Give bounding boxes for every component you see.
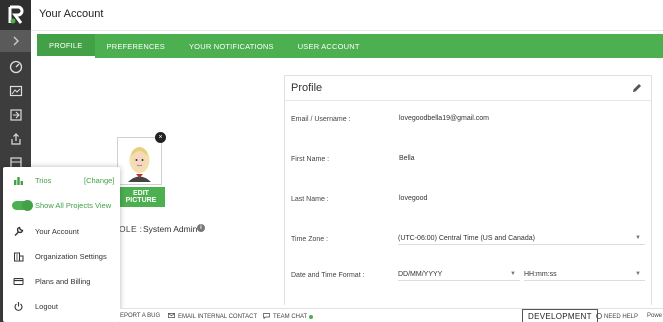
time-zone-value: (UTC-06:00) Central Time (US and Canada)	[398, 234, 535, 242]
team-chat-link[interactable]: TEAM CHAT	[263, 313, 314, 321]
last-name-value: lovegood	[399, 195, 428, 202]
tab-preferences[interactable]: PREFERENCES	[95, 34, 177, 58]
time-zone-label: Time Zone :	[291, 236, 329, 243]
chevron-down-icon: ▼	[635, 235, 641, 241]
menu-item-project[interactable]: Trios [Change]	[3, 169, 120, 191]
role-value: System Admin	[143, 224, 198, 234]
date-format-select[interactable]: DD/MM/YYYY ▼	[398, 268, 520, 281]
tab-user-account[interactable]: USER ACCOUNT	[286, 34, 372, 58]
need-help-link[interactable]: NEED HELP	[596, 313, 638, 321]
role-label: OLE :	[119, 224, 143, 234]
page-title: Your Account	[39, 8, 104, 20]
tab-your-notifications[interactable]: YOUR NOTIFICATIONS	[177, 34, 286, 58]
email-internal-contact-link[interactable]: EMAIL INTERNAL CONTACT	[168, 313, 257, 320]
date-time-format-label: Date and Time Format :	[291, 272, 365, 279]
email-internal-contact-label: EMAIL INTERNAL CONTACT	[178, 313, 258, 320]
remove-picture-close-icon[interactable]: ×	[155, 132, 166, 143]
help-icon	[596, 313, 602, 321]
bar-chart-icon	[12, 174, 24, 186]
chevron-down-icon: ▼	[510, 271, 516, 277]
date-format-value: DD/MM/YYYY	[398, 270, 443, 278]
project-name: Trios	[35, 175, 52, 185]
email-value: lovegoodbella19@gmail.com	[399, 115, 489, 122]
change-project-link[interactable]: [Change]	[84, 176, 114, 185]
time-zone-select[interactable]: (UTC-06:00) Central Time (US and Canada)…	[398, 232, 645, 245]
role-info-icon[interactable]: i	[197, 224, 205, 232]
powered-by-text: Powe	[647, 313, 663, 319]
organization-settings-label: Organization Settings	[35, 251, 107, 261]
profile-card-header: Profile	[285, 76, 651, 101]
show-all-projects-label: Show All Projects View	[35, 200, 112, 210]
share-upload-icon[interactable]	[6, 129, 25, 148]
avatar-illustration	[128, 147, 151, 182]
need-help-label: NEED HELP	[604, 314, 639, 320]
dashboard-gauge-icon[interactable]	[6, 57, 25, 76]
chevron-down-icon: ▼	[635, 271, 641, 277]
show-all-projects-toggle[interactable]	[12, 199, 33, 211]
tab-profile[interactable]: PROFILE	[37, 34, 95, 58]
report-bug-label: EPORT A BUG	[120, 313, 161, 319]
menu-item-plans-billing[interactable]: Plans and Billing	[3, 270, 120, 292]
profile-card-title: Profile	[291, 82, 323, 94]
edit-pencil-icon[interactable]	[631, 81, 643, 93]
online-status-dot	[309, 315, 314, 319]
team-chat-label: TEAM CHAT	[273, 314, 308, 320]
building-icon	[12, 250, 24, 262]
edit-picture-button[interactable]: EDIT PICTURE	[117, 187, 165, 207]
power-icon	[12, 300, 24, 312]
last-name-label: Last Name :	[291, 196, 329, 203]
gallery-icon[interactable]	[6, 81, 25, 100]
menu-item-show-all-projects[interactable]: Show All Projects View	[3, 194, 120, 216]
page-header: Your Account	[31, 0, 663, 31]
first-name-label: First Name :	[291, 156, 330, 163]
app-root: Your Account PROFILE PREFERENCES YOUR NO…	[0, 0, 663, 322]
expand-rail-chevron-icon[interactable]	[0, 30, 31, 52]
time-format-value: HH:mm:ss	[524, 270, 557, 278]
first-name-value: Bella	[399, 155, 415, 162]
credit-card-icon	[12, 275, 24, 287]
account-tab-bar: PROFILE PREFERENCES YOUR NOTIFICATIONS U…	[37, 34, 663, 58]
report-bug-link[interactable]: EPORT A BUG	[120, 313, 160, 319]
menu-item-your-account[interactable]: Your Account	[3, 220, 120, 242]
chat-icon	[263, 313, 270, 321]
footer-bar: EPORT A BUG EMAIL INTERNAL CONTACT TEAM …	[120, 308, 663, 322]
email-label: Email / Username :	[291, 116, 351, 123]
time-format-select[interactable]: HH:mm:ss ▼	[524, 268, 645, 281]
logout-label: Logout	[35, 301, 58, 311]
avatar	[117, 137, 162, 185]
account-popup-menu: Trios [Change] Show All Projects View Yo…	[3, 167, 120, 322]
plans-billing-label: Plans and Billing	[35, 276, 91, 286]
envelope-icon	[168, 313, 175, 320]
wrench-icon	[12, 225, 24, 237]
environment-badge: DEVELOPMENT	[522, 309, 598, 322]
app-logo-icon[interactable]	[0, 0, 31, 30]
import-icon[interactable]	[6, 105, 25, 124]
your-account-label: Your Account	[35, 226, 79, 236]
profile-card: Profile Email / Username : lovegoodbella…	[284, 75, 652, 305]
menu-item-organization-settings[interactable]: Organization Settings	[3, 245, 120, 267]
menu-item-logout[interactable]: Logout	[3, 295, 120, 317]
